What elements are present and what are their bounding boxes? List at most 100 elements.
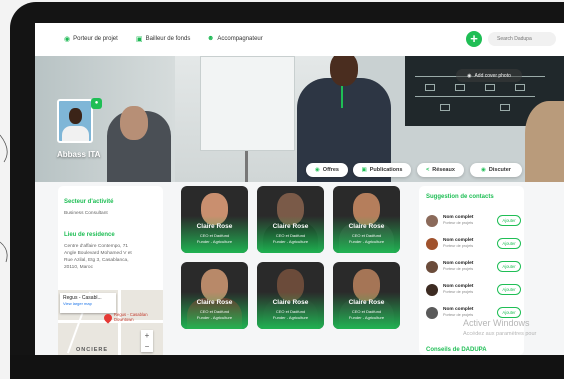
cover-banner: ◉ Add cover photo ● Abbass ITA ◉ Offres …: [35, 56, 564, 182]
nav-item-label: Porteur de projet: [73, 36, 118, 42]
map-pin-label: Regus - Casablan Downtown: [114, 312, 148, 322]
card-name: Claire Rose: [272, 223, 309, 230]
sector-title: Secteur d'activité: [64, 199, 114, 205]
contact-role: Porteur de projets: [443, 244, 474, 248]
card-sector: Funder - Agriculture: [196, 239, 233, 244]
contact-role: Porteur de projets: [443, 267, 474, 271]
card-role: CEO et Dadfund: [275, 233, 306, 238]
card-name: Claire Rose: [196, 299, 233, 306]
nav-item-bailleur[interactable]: ▣ Bailleur de fonds: [136, 35, 190, 43]
lightbulb-icon: ◉: [64, 36, 71, 43]
card-role: CEO et Dadfund: [275, 309, 306, 314]
funder-card[interactable]: Claire Rose CEO et Dadfund Funder - Agricu…: [333, 186, 400, 253]
tab-label: Réseaux: [432, 167, 455, 173]
card-role: CEO et Dadfund: [199, 309, 230, 314]
contact-suggestion: Nom complet Porteur de projets Ajouter: [426, 213, 522, 231]
card-sector: Funder - Agriculture: [272, 315, 309, 320]
nav-item-accompagnateur[interactable]: ☻ Accompagnateur: [207, 35, 263, 42]
avatar[interactable]: [426, 261, 438, 273]
funder-card[interactable]: Claire Rose CEO et Dadfund Funder - Agricu…: [181, 262, 248, 329]
top-nav: ◉ Porteur de projet ▣ Bailleur de fonds …: [35, 23, 564, 56]
contact-name: Nom complet: [443, 284, 474, 289]
residence-title: Lieu de residence: [64, 232, 115, 238]
watermark-line: Accédez aux paramètres pour: [463, 331, 537, 337]
camera-icon[interactable]: ●: [91, 98, 102, 109]
briefcase-icon: ▣: [136, 36, 143, 43]
tab-label: Discuter: [488, 167, 511, 173]
card-name: Claire Rose: [348, 299, 385, 306]
card-role: CEO et Dadfund: [199, 233, 230, 238]
tab-label: Publications: [369, 167, 403, 173]
tab-discuter[interactable]: ◉ Discuter: [470, 163, 522, 177]
card-role: CEO et Dadfund: [351, 309, 382, 314]
sector-value: Business Consultant: [64, 211, 108, 216]
avatar[interactable]: [426, 215, 438, 227]
lanyard: [341, 86, 343, 108]
add-contact-button[interactable]: Ajouter: [497, 261, 521, 272]
avatar[interactable]: [426, 238, 438, 250]
map-zoom-control[interactable]: + −: [141, 330, 153, 352]
attendee-head: [120, 106, 148, 140]
add-contact-button[interactable]: Ajouter: [497, 307, 521, 318]
location-map[interactable]: Regus - Casabl... View larger map Regus …: [58, 290, 163, 355]
attendee-right: [525, 101, 564, 182]
map-area-text: ONCIERE: [76, 347, 109, 353]
app-screen: ◉ Porteur de projet ▣ Bailleur de fonds …: [35, 23, 564, 355]
residence-line: Rue Azilal, Etg 3, Casablanca,: [64, 258, 129, 263]
whiteboard-stand: [245, 151, 248, 182]
add-cover-label: Add cover photo: [474, 72, 511, 79]
contact-role: Porteur de projets: [443, 221, 474, 225]
profile-name: Abbass ITA: [57, 150, 101, 159]
contact-role: Porteur de projets: [443, 313, 474, 317]
zoom-in-button[interactable]: +: [141, 330, 153, 341]
card-sector: Funder - Agriculture: [196, 315, 233, 320]
funder-card[interactable]: Claire Rose CEO et Dadfund Funder - Agricu…: [333, 262, 400, 329]
create-button[interactable]: +: [466, 31, 482, 47]
people-icon: ☻: [207, 35, 215, 42]
map-popup: Regus - Casabl... View larger map: [60, 293, 116, 313]
contact-role: Porteur de projets: [443, 290, 474, 294]
tab-label: Offres: [322, 167, 339, 173]
card-name: Claire Rose: [348, 223, 385, 230]
offers-icon: ◉: [314, 167, 320, 173]
zoom-out-button[interactable]: −: [141, 341, 153, 352]
nav-item-porteur[interactable]: ◉ Porteur de projet: [64, 35, 118, 43]
contact-name: Nom complet: [443, 238, 474, 243]
contact-name: Nom complet: [443, 215, 474, 220]
contact-suggestion: Nom complet Porteur de projets Ajouter: [426, 282, 522, 300]
share-icon: <: [426, 167, 430, 173]
tab-publications[interactable]: ▣ Publications: [353, 163, 411, 177]
profile-avatar[interactable]: [57, 99, 93, 143]
tab-offres[interactable]: ◉ Offres: [306, 163, 348, 177]
add-contact-button[interactable]: Ajouter: [497, 215, 521, 226]
residence-line: Centre d'affaire Contempo, 71: [64, 244, 129, 249]
card-sector: Funder - Agriculture: [348, 239, 385, 244]
funder-card[interactable]: Claire Rose CEO et Dadfund Funder - Agricu…: [257, 262, 324, 329]
about-card: Secteur d'activité Business Consultant L…: [58, 186, 163, 355]
presenter-head: [330, 56, 358, 86]
windows-activation-watermark: Activer Windows Accédez aux paramètres p…: [463, 318, 536, 340]
funder-card[interactable]: Claire Rose CEO et Dadfund Funder - Agricu…: [181, 186, 248, 253]
laptop-bezel: [10, 355, 564, 379]
whiteboard: [200, 56, 295, 151]
residence-line: Angle Boulevard Mohamed V et: [64, 251, 132, 256]
nav-item-label: Accompagnateur: [217, 35, 263, 42]
add-cover-photo-button[interactable]: ◉ Add cover photo: [456, 69, 522, 82]
contact-suggestion: Nom complet Porteur de projets Ajouter: [426, 236, 522, 254]
card-role: CEO et Dadfund: [351, 233, 382, 238]
avatar[interactable]: [426, 307, 438, 319]
search-input[interactable]: [488, 32, 556, 46]
view-larger-map-link[interactable]: View larger map: [63, 301, 113, 306]
tab-reseaux[interactable]: < Réseaux: [417, 163, 464, 177]
contact-suggestion: Nom complet Porteur de projets Ajouter: [426, 259, 522, 277]
residence-line: 20110, Maroc: [64, 265, 93, 270]
avatar[interactable]: [426, 284, 438, 296]
conseils-title: Conseils de DADUPA: [426, 347, 487, 353]
card-name: Claire Rose: [272, 299, 309, 306]
add-contact-button[interactable]: Ajouter: [497, 238, 521, 249]
add-contact-button[interactable]: Ajouter: [497, 284, 521, 295]
contact-name: Nom complet: [443, 261, 474, 266]
map-pin-label-line: Downtown: [114, 317, 134, 322]
funder-card[interactable]: Claire Rose CEO et Dadfund Funder - Agricu…: [257, 186, 324, 253]
nav-item-label: Bailleur de fonds: [145, 36, 191, 42]
